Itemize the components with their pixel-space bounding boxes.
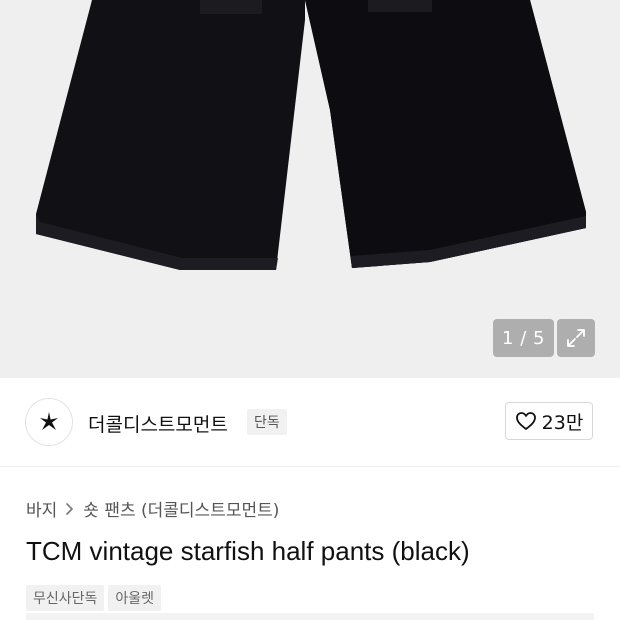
brand-name[interactable]: 더콜디스트모먼트: [88, 410, 228, 437]
breadcrumb: 바지 숏 팬츠 (더콜디스트모먼트): [26, 496, 279, 521]
image-page-counter: 1 / 5: [493, 319, 554, 357]
like-button[interactable]: 23만: [505, 402, 593, 440]
brand-logo[interactable]: [25, 398, 73, 446]
next-section-edge: [26, 613, 594, 620]
chevron-right-icon: [66, 502, 74, 515]
product-tags: 무신사단독 아울렛: [26, 585, 162, 611]
tag-outlet: 아울렛: [108, 585, 162, 611]
heart-icon: [515, 412, 536, 430]
breadcrumb-subcategory[interactable]: 숏 팬츠 (더콜디스트모먼트): [83, 496, 279, 521]
image-counter-text: 1 / 5: [502, 327, 545, 349]
exclusive-badge: 단독: [247, 409, 287, 435]
expand-image-button[interactable]: [557, 319, 595, 357]
tag-musinsa-exclusive: 무신사단독: [26, 585, 105, 611]
brand-row: 더콜디스트모먼트 단독 23만: [0, 378, 620, 467]
product-image-gallery[interactable]: 1 / 5: [0, 0, 620, 378]
product-title: TCM vintage starfish half pants (black): [26, 536, 470, 566]
like-count: 23만: [541, 411, 584, 434]
expand-icon: [567, 329, 585, 347]
starfish-logo-icon: [40, 412, 58, 430]
breadcrumb-category[interactable]: 바지: [26, 496, 57, 521]
